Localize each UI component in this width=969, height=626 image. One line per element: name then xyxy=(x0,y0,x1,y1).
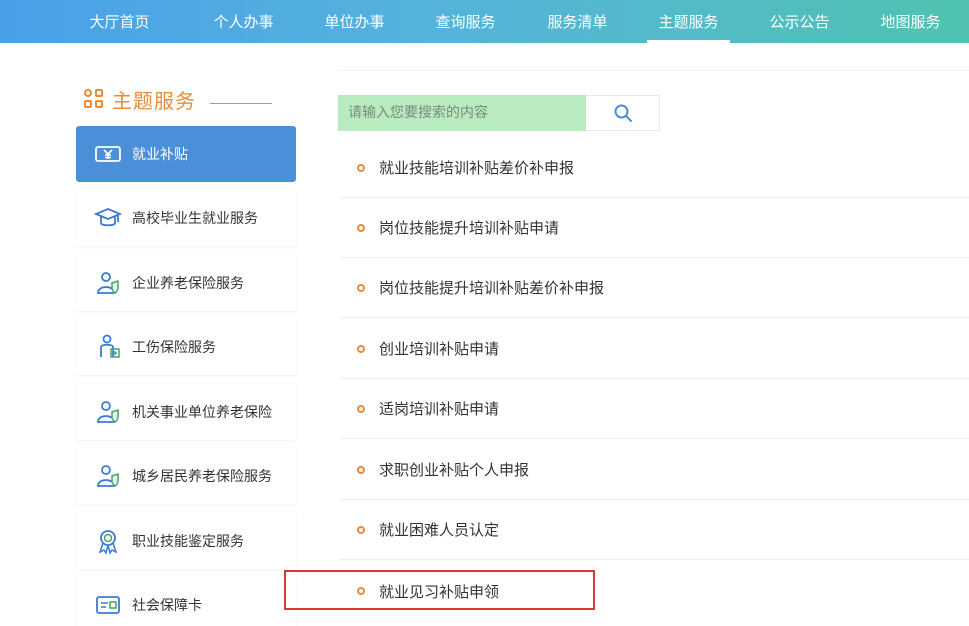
sidebar-title: 主题服务 xyxy=(112,88,196,113)
service-label: 岗位技能提升培训补贴申请 xyxy=(379,219,560,237)
bullet-icon xyxy=(357,525,365,534)
money-icon xyxy=(94,140,122,168)
graduation-cap-icon xyxy=(94,204,122,232)
person-shield-icon xyxy=(94,462,122,490)
top-nav: 大厅首页 个人办事 单位办事 查询服务 服务清单 主题服务 公示公告 地图服务 xyxy=(0,0,969,43)
bullet-icon xyxy=(357,223,365,232)
bullet-icon xyxy=(357,404,365,413)
service-item[interactable]: 岗位技能提升培训补贴申请 xyxy=(340,198,969,258)
service-label: 求职创业补贴个人申报 xyxy=(379,461,530,479)
sidebar-item-label: 企业养老保险服务 xyxy=(132,276,244,292)
sidebar-item-label: 高校毕业生就业服务 xyxy=(132,211,258,227)
sidebar-item-label: 城乡居民养老保险服务 xyxy=(132,469,272,485)
service-label: 岗位技能提升培训补贴差价补申报 xyxy=(379,279,605,297)
title-underline xyxy=(210,102,272,104)
sidebar-item-label: 工伤保险服务 xyxy=(132,340,216,356)
nav-item-query[interactable]: 查询服务 xyxy=(418,0,513,43)
sidebar-item-institution-pension[interactable]: 机关事业单位养老保险 xyxy=(76,384,296,440)
sidebar-item-graduate-employment[interactable]: 高校毕业生就业服务 xyxy=(76,190,296,246)
sidebar-item-enterprise-pension[interactable]: 企业养老保险服务 xyxy=(76,255,296,311)
bullet-icon xyxy=(357,344,365,353)
search-bar xyxy=(338,95,660,131)
service-item[interactable]: 岗位技能提升培训补贴差价补申报 xyxy=(340,258,969,318)
service-label: 创业培训补贴申请 xyxy=(379,340,500,358)
nav-item-home[interactable]: 大厅首页 xyxy=(72,0,167,43)
sidebar-item-social-security-card[interactable]: 社会保障卡 xyxy=(76,577,296,626)
content-top-divider xyxy=(338,70,969,71)
person-shield-icon xyxy=(94,398,122,426)
service-item[interactable]: 创业培训补贴申请 xyxy=(340,319,969,379)
nav-item-map[interactable]: 地图服务 xyxy=(863,0,958,43)
sidebar-item-skill-appraisal[interactable]: 职业技能鉴定服务 xyxy=(76,513,296,569)
card-icon xyxy=(94,591,122,619)
sidebar-item-injury-insurance[interactable]: 工伤保险服务 xyxy=(76,319,296,375)
sidebar-item-employment-subsidy[interactable]: 就业补贴 xyxy=(76,126,296,182)
service-item[interactable]: 就业困难人员认定 xyxy=(340,500,969,560)
highlight-annotation-box xyxy=(284,570,595,610)
sidebar-item-resident-pension[interactable]: 城乡居民养老保险服务 xyxy=(76,448,296,504)
service-label: 适岗培训补贴申请 xyxy=(379,400,500,418)
search-button[interactable] xyxy=(586,95,660,131)
sidebar-heading: 主题服务 xyxy=(84,84,272,114)
nav-item-announcements[interactable]: 公示公告 xyxy=(752,0,847,43)
service-label: 就业技能培训补贴差价补申报 xyxy=(379,159,575,177)
sidebar-item-label: 就业补贴 xyxy=(132,147,188,163)
sidebar-item-label: 机关事业单位养老保险 xyxy=(132,405,272,421)
nav-item-service-list[interactable]: 服务清单 xyxy=(530,0,625,43)
nav-item-theme-services[interactable]: 主题服务 xyxy=(641,0,736,43)
nav-item-organization[interactable]: 单位办事 xyxy=(307,0,402,43)
grid-icon xyxy=(84,89,104,109)
bullet-icon xyxy=(357,283,365,292)
search-icon xyxy=(614,104,632,122)
bullet-icon xyxy=(357,465,365,474)
award-icon xyxy=(94,527,122,555)
sidebar-item-label: 职业技能鉴定服务 xyxy=(132,534,244,550)
person-shield-icon xyxy=(94,269,122,297)
service-item[interactable]: 就业技能培训补贴差价补申报 xyxy=(340,138,969,198)
search-input[interactable] xyxy=(338,95,586,131)
injury-icon xyxy=(94,333,122,361)
nav-item-personal[interactable]: 个人办事 xyxy=(196,0,291,43)
sidebar-item-label: 社会保障卡 xyxy=(132,598,202,614)
bullet-icon xyxy=(357,163,365,172)
service-item[interactable]: 求职创业补贴个人申报 xyxy=(340,440,969,500)
service-label: 就业困难人员认定 xyxy=(379,521,500,539)
service-item[interactable]: 适岗培训补贴申请 xyxy=(340,379,969,439)
